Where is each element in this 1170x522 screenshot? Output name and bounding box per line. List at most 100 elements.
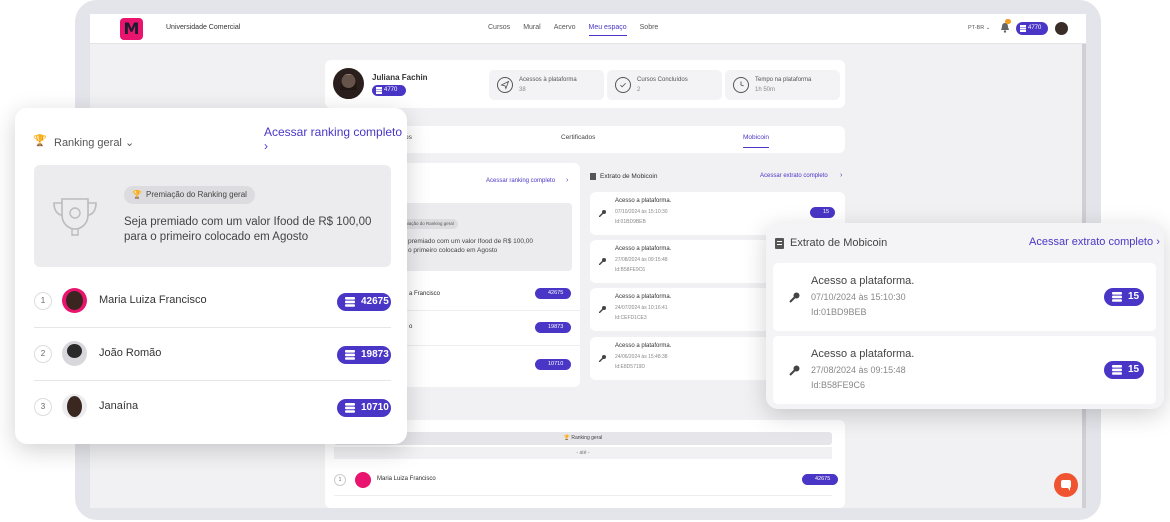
user-avatar[interactable] — [1055, 22, 1068, 35]
bg-extrato-item-id: Id:01BD9BEB — [615, 219, 646, 225]
profile-name: Juliana Fachin — [372, 73, 428, 82]
bg-rank-coin-value: 42675 — [548, 290, 564, 296]
ranking-dropdown-label: Ranking geral — [54, 137, 122, 149]
nav-sobre[interactable]: Sobre — [640, 24, 659, 36]
rank-coins: 42675 — [337, 293, 391, 311]
bg-extrato-item-date: 07/10/2024 às 15:10:30 — [615, 209, 668, 215]
extrato-coin-value: 15 — [1128, 291, 1140, 302]
ranking-dropdown[interactable]: Ranking geral ⌄ — [54, 136, 134, 149]
trophy-icon: 🏆 — [563, 435, 570, 441]
extrato-item[interactable]: Acesso a plataforma. 27/08/2024 às 09:15… — [773, 336, 1156, 404]
bg-extrato-title: Extrato de Mobicoin — [600, 173, 658, 180]
coin-stack-icon — [1112, 365, 1122, 375]
check-badge-icon — [615, 77, 631, 93]
nav-meu-espaco[interactable]: Meu espaço — [588, 24, 627, 36]
ranking-full-link[interactable]: Acessar ranking completo › — [264, 125, 407, 153]
prize-badge-text: Premiação do Ranking geral — [146, 190, 247, 199]
rank-name: Janaína — [99, 400, 139, 412]
stat-value: 38 — [519, 87, 526, 93]
trophy-icon: 🏆 — [33, 135, 47, 147]
rank-avatar — [62, 394, 87, 419]
bg-extrato-item-id: Id:CEFD1CE3 — [615, 315, 647, 321]
bg-rank-coins: 10710 — [535, 359, 571, 370]
document-icon — [590, 173, 596, 180]
extrato-full-link[interactable]: Acessar extrato completo › — [1029, 236, 1160, 248]
key-icon — [789, 365, 800, 376]
profile-coin-badge: 4770 — [372, 85, 406, 96]
stat-label: Cursos Concluídos — [637, 77, 688, 83]
nav-acervo[interactable]: Acervo — [554, 24, 576, 36]
rank-coin-value: 19873 — [361, 349, 389, 360]
stat-label: Tempo na plataforma — [755, 77, 812, 83]
marketing-stage: M Universidade Comercial Cursos Mural Ac… — [0, 0, 1170, 522]
extrato-item-date: 07/10/2024 às 15:10:30 — [811, 292, 906, 302]
extrato-item-coins: 15 — [1104, 288, 1144, 306]
prize-box: 🏆 Premiação do Ranking geral Seja premia… — [34, 165, 391, 267]
key-icon — [599, 306, 606, 313]
coin-stack-icon — [345, 350, 355, 360]
language-select[interactable]: PT-BR ⌄ — [968, 25, 990, 31]
chevron-right-icon: › — [566, 177, 569, 184]
bg-extrato-item-title: Acesso a plataforma. — [615, 343, 672, 349]
bg-extrato-item-date: 24/07/2024 às 10:16:41 — [615, 305, 668, 311]
extrato-title: Extrato de Mobicoin — [790, 237, 888, 249]
coin-stack-icon — [376, 87, 382, 94]
nav-mural[interactable]: Mural — [523, 24, 541, 36]
stat-tempo: Tempo na plataforma 1h 50m — [725, 70, 840, 100]
key-icon — [599, 258, 606, 265]
bottom-rank-row: 1 Maria Luiza Francisco 42675 — [334, 472, 838, 496]
bg-rank-coins: 19873 — [535, 322, 571, 333]
rank-coins: 19873 — [337, 346, 391, 364]
ranking-row[interactable]: 2 João Romão 19873 — [34, 329, 391, 381]
tab-certificados[interactable]: Certificados — [561, 134, 595, 141]
bg-extrato-item-date: 27/08/2024 às 09:15:48 — [615, 257, 668, 263]
ranking-row[interactable]: 3 Janaína 10710 — [34, 382, 391, 434]
bg-rank-coin-value: 10710 — [548, 361, 564, 367]
trophy-icon: 🏆 — [132, 190, 142, 199]
document-icon — [775, 238, 784, 249]
bottom-ranking-label: Ranking geral — [571, 435, 603, 441]
nav-cursos[interactable]: Cursos — [488, 24, 510, 36]
bg-ranking-link[interactable]: Acessar ranking completo — [486, 178, 555, 184]
chat-button[interactable] — [1054, 473, 1078, 497]
bg-rank-name: o — [409, 324, 413, 330]
bg-prize-text-2: o primeiro colocado em Agosto — [408, 247, 498, 254]
rank-name: Maria Luiza Francisco — [377, 476, 436, 482]
extrato-panel: Extrato de Mobicoin Acessar extrato comp… — [766, 223, 1164, 409]
extrato-item-id: Id:B58FE9C6 — [811, 380, 866, 390]
stat-label: Acessos à plataforma — [519, 77, 577, 83]
rank-coin-value: 10710 — [361, 402, 389, 413]
rank-position-value: 1 — [338, 477, 342, 483]
coin-stack-icon — [345, 403, 355, 413]
extrato-item-id: Id:01BD9BEB — [811, 307, 867, 317]
extrato-item[interactable]: Acesso a plataforma. 07/10/2024 às 15:10… — [773, 263, 1156, 331]
bg-extrato-item-title: Acesso a plataforma. — [615, 246, 672, 252]
coin-stack-icon — [1112, 292, 1122, 302]
org-name: Universidade Comercial — [166, 24, 241, 31]
bg-extrato-item: Acesso a plataforma. 24/06/2024 às 15:48… — [590, 337, 770, 380]
chevron-down-icon: ⌄ — [124, 137, 135, 149]
bg-extrato-item-id: Id:E8D5719D — [615, 364, 646, 370]
bg-rank-name: a Francisco — [409, 291, 441, 297]
tab-mobicoin[interactable]: Mobicoin — [743, 134, 770, 148]
bg-extrato-item-title: Acesso a plataforma. — [615, 198, 672, 204]
brand-logo[interactable]: M — [120, 18, 143, 40]
header-coin-badge[interactable]: 4770 — [1016, 22, 1048, 35]
extrato-full-link-label: Acessar extrato completo — [1029, 236, 1154, 248]
stat-value: 2 — [637, 87, 641, 93]
clock-icon — [733, 77, 749, 93]
bg-extrato-link[interactable]: Acessar extrato completo — [760, 173, 828, 179]
coin-stack-icon — [345, 297, 355, 307]
rank-position: 3 — [34, 398, 52, 416]
bottom-ranking-sub: - até - — [334, 447, 832, 459]
profile-photo-icon — [337, 74, 360, 99]
rank-position-value: 3 — [40, 402, 46, 411]
main-nav: Cursos Mural Acervo Meu espaço Sobre — [488, 24, 658, 36]
ranking-full-link-label: Acessar ranking completo — [264, 125, 403, 139]
rank-coins: 10710 — [337, 399, 391, 417]
ranking-panel: 🏆 Ranking geral ⌄ Acessar ranking comple… — [15, 108, 407, 444]
chevron-right-icon: › — [1156, 236, 1160, 248]
header-coin-value: 4770 — [1028, 25, 1042, 31]
ranking-row[interactable]: 1 Maria Luiza Francisco 42675 — [34, 276, 391, 328]
bg-rank-coins: 42675 — [535, 288, 571, 299]
